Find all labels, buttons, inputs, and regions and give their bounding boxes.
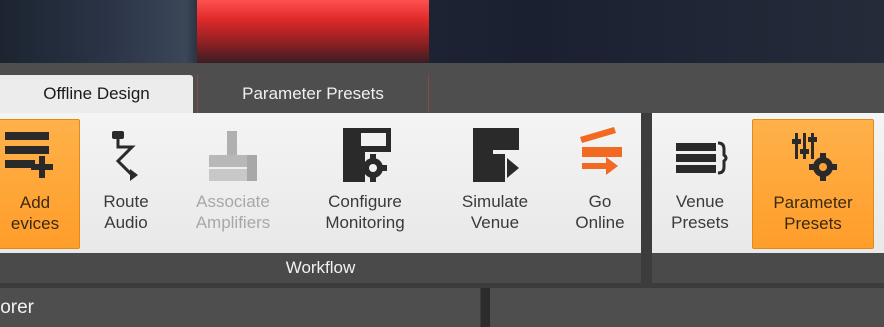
venue-presets-icon [665, 119, 735, 191]
venue-presets-label-2: Presets [671, 213, 729, 232]
go-online-label-1: Go [588, 192, 612, 211]
add-devices-button[interactable]: Add evices [0, 119, 80, 249]
presets-group-label [652, 253, 884, 283]
parameter-presets-label-2: Presets [784, 214, 842, 233]
route-audio-label-1: Route [103, 192, 149, 211]
parameter-presets-icon [778, 120, 848, 192]
simulate-venue-label-2: Venue [470, 213, 520, 232]
configure-monitoring-label-1: Configure [328, 192, 402, 211]
simulate-venue-label-1: Simulate [461, 192, 529, 211]
bottom-panels: lorer [0, 283, 884, 327]
explorer-panel-header: lorer [0, 288, 480, 327]
associate-amplifiers-button[interactable]: Associate Amplifiers [178, 119, 288, 249]
tab-strip: Offline Design Parameter Presets [0, 63, 884, 113]
parameter-presets-button[interactable]: Parameter Presets [752, 119, 874, 249]
go-online-icon [565, 119, 635, 191]
route-audio-icon [91, 119, 161, 191]
configure-monitoring-icon [330, 119, 400, 191]
configure-monitoring-label-2: Monitoring [325, 213, 405, 232]
simulate-venue-button[interactable]: Simulate Venue [440, 119, 550, 249]
simulate-venue-icon [460, 119, 530, 191]
associate-amplifiers-label-2: Amplifiers [195, 213, 271, 232]
associate-amplifiers-icon [198, 119, 268, 191]
tab-parameter-presets[interactable]: Parameter Presets [197, 75, 429, 113]
route-audio-label-2: Audio [104, 213, 148, 232]
add-devices-label-1: Add [19, 193, 51, 212]
venue-presets-button[interactable]: Venue Presets [660, 119, 740, 249]
workflow-group-label: Workflow [0, 253, 641, 283]
associate-amplifiers-label-1: Associate [196, 192, 270, 211]
ribbon: Add evices Route Audio Associate Amplifi… [0, 113, 884, 283]
tab-offline-design[interactable]: Offline Design [0, 75, 193, 113]
right-panel-header [490, 288, 884, 327]
contextual-tab-highlight [197, 0, 429, 63]
go-online-button[interactable]: Go Online [560, 119, 640, 249]
parameter-presets-label-1: Parameter [773, 193, 853, 212]
route-audio-button[interactable]: Route Audio [86, 119, 166, 249]
title-bar [0, 0, 884, 63]
configure-monitoring-button[interactable]: Configure Monitoring [300, 119, 430, 249]
venue-presets-label-1: Venue [675, 192, 725, 211]
add-devices-icon [0, 120, 55, 192]
explorer-title: lorer [0, 296, 35, 318]
go-online-label-2: Online [575, 213, 625, 232]
workflow-group: Add evices Route Audio Associate Amplifi… [0, 113, 641, 283]
panel-splitter[interactable] [481, 288, 490, 327]
add-devices-label-2: evices [10, 214, 60, 233]
